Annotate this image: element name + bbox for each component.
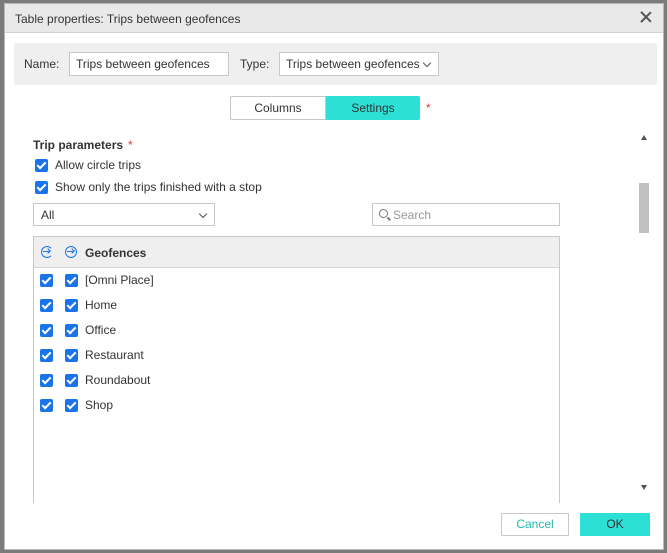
table-row: [Omni Place] bbox=[34, 268, 559, 293]
geofence-enter-checkbox[interactable] bbox=[65, 299, 78, 312]
geofence-name: Restaurant bbox=[85, 348, 144, 362]
scroll-up-arrow-icon[interactable] bbox=[641, 135, 647, 140]
trip-parameters-title: Trip parameters * bbox=[33, 138, 133, 152]
scrollbar-thumb[interactable] bbox=[639, 183, 649, 233]
finished-with-stop-option[interactable]: Show only the trips finished with a stop bbox=[35, 180, 262, 195]
geofences-table-header: Geofences bbox=[34, 237, 559, 268]
name-type-bar: Name: Type: Trips between geofences bbox=[14, 43, 657, 85]
geofence-enter-checkbox[interactable] bbox=[65, 399, 78, 412]
geofence-name: Home bbox=[85, 298, 118, 312]
table-row: Home bbox=[34, 293, 559, 318]
geofence-exit-checkbox[interactable] bbox=[40, 299, 53, 312]
name-input[interactable] bbox=[69, 52, 229, 76]
geofence-exit-checkbox[interactable] bbox=[40, 349, 53, 362]
geofence-search[interactable] bbox=[372, 203, 560, 226]
geofences-table: Geofences [Omni Place] Home Office Resta… bbox=[33, 236, 560, 503]
dialog-titlebar: Table properties: Trips between geofence… bbox=[5, 4, 663, 33]
allow-circle-trips-checkbox[interactable] bbox=[35, 159, 48, 173]
chevron-down-icon bbox=[422, 58, 432, 68]
geofence-exit-icon[interactable] bbox=[41, 246, 53, 258]
geofence-name: Office bbox=[85, 323, 117, 337]
type-label: Type: bbox=[240, 57, 270, 71]
name-label: Name: bbox=[24, 57, 60, 71]
type-select[interactable]: Trips between geofences bbox=[279, 52, 439, 76]
search-icon bbox=[379, 209, 388, 218]
trip-parameters-title-text: Trip parameters bbox=[33, 138, 124, 152]
geofence-exit-checkbox[interactable] bbox=[40, 399, 53, 412]
geofence-name: Shop bbox=[85, 398, 114, 412]
chevron-down-icon bbox=[198, 209, 208, 219]
table-row: Office bbox=[34, 318, 559, 343]
table-row: Shop bbox=[34, 393, 559, 418]
settings-content: Trip parameters * Allow circle trips Show… bbox=[33, 133, 564, 503]
geofence-name: Roundabout bbox=[85, 373, 151, 387]
required-marker: * bbox=[426, 101, 431, 115]
geofence-exit-checkbox[interactable] bbox=[40, 324, 53, 337]
scroll-down-arrow-icon[interactable] bbox=[641, 485, 647, 490]
tab-columns[interactable]: Columns bbox=[230, 96, 326, 120]
table-row: Restaurant bbox=[34, 343, 559, 368]
allow-circle-trips-option[interactable]: Allow circle trips bbox=[35, 158, 142, 173]
geofence-enter-checkbox[interactable] bbox=[65, 274, 78, 287]
finished-with-stop-label: Show only the trips finished with a stop bbox=[55, 180, 262, 194]
geofence-exit-checkbox[interactable] bbox=[40, 374, 53, 387]
required-marker: * bbox=[128, 138, 133, 152]
tab-bar: Columns Settings * bbox=[230, 96, 431, 120]
cancel-button[interactable]: Cancel bbox=[501, 513, 569, 536]
tab-settings[interactable]: Settings bbox=[326, 96, 420, 120]
content-scrollbar[interactable] bbox=[637, 130, 651, 493]
finished-with-stop-checkbox[interactable] bbox=[35, 181, 48, 195]
search-input[interactable] bbox=[393, 207, 553, 222]
geofence-name: [Omni Place] bbox=[85, 273, 154, 287]
table-row: Roundabout bbox=[34, 368, 559, 393]
allow-circle-trips-label: Allow circle trips bbox=[55, 158, 142, 172]
geofence-filter-select[interactable]: All bbox=[33, 203, 215, 226]
geofence-enter-icon[interactable] bbox=[65, 246, 77, 258]
geofence-enter-checkbox[interactable] bbox=[65, 374, 78, 387]
geofence-enter-checkbox[interactable] bbox=[65, 349, 78, 362]
dialog-title: Table properties: Trips between geofence… bbox=[15, 12, 241, 26]
geofence-enter-checkbox[interactable] bbox=[65, 324, 78, 337]
close-icon[interactable] bbox=[639, 10, 653, 24]
geofences-header-title: Geofences bbox=[85, 246, 147, 260]
ok-button[interactable]: OK bbox=[580, 513, 650, 536]
geofence-filter-value: All bbox=[41, 208, 55, 222]
type-select-value: Trips between geofences bbox=[286, 57, 420, 71]
geofence-exit-checkbox[interactable] bbox=[40, 274, 53, 287]
